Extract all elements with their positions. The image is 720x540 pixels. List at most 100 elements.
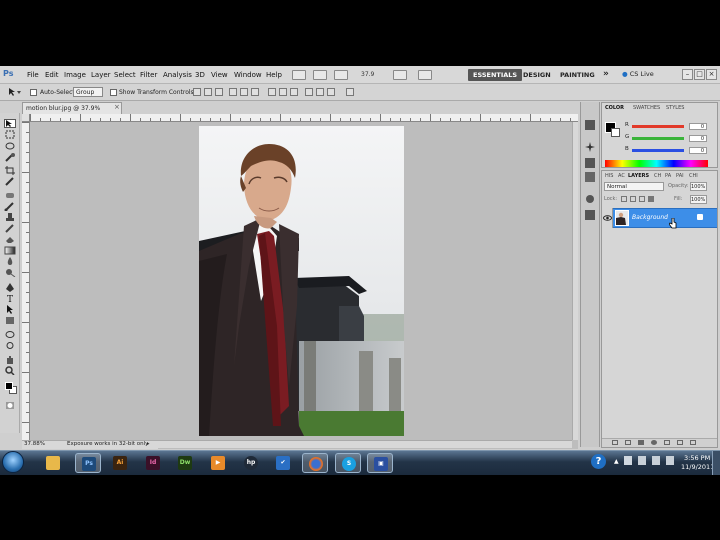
maximize-button[interactable]: □ xyxy=(694,69,705,80)
ruler-origin[interactable] xyxy=(22,114,30,122)
marquee-tool-icon[interactable] xyxy=(4,130,16,139)
taskbar-task-app[interactable]: ✔ xyxy=(270,453,296,473)
tab-swatches[interactable]: SWATCHES xyxy=(631,104,662,112)
view-extras-icon[interactable] xyxy=(334,70,348,80)
tab-paint[interactable]: PAI xyxy=(674,172,686,180)
tray-network-icon[interactable] xyxy=(638,456,646,465)
history-brush-tool-icon[interactable] xyxy=(4,224,16,233)
menu-help[interactable]: Help xyxy=(266,71,282,79)
horizontal-ruler[interactable] xyxy=(30,114,578,122)
eraser-tool-icon[interactable] xyxy=(4,235,16,244)
red-slider[interactable] xyxy=(632,125,684,128)
cs-live-button[interactable]: ● CS Live xyxy=(622,70,654,78)
blend-mode-dropdown[interactable]: Normal xyxy=(604,182,664,191)
document-tab[interactable]: motion blur.jpg @ 37.9% (RGB/8) xyxy=(22,102,122,123)
tab-color[interactable]: COLOR xyxy=(603,104,627,112)
taskbar-dreamweaver[interactable]: Dw xyxy=(172,453,198,473)
start-button[interactable] xyxy=(2,451,24,473)
workspace-essentials-button[interactable]: ESSENTIALS xyxy=(468,69,523,81)
menu-filter[interactable]: Filter xyxy=(140,71,157,79)
blue-slider[interactable] xyxy=(632,149,684,152)
align-right-icon[interactable] xyxy=(251,88,259,96)
spot-healing-tool-icon[interactable] xyxy=(4,191,16,200)
distribute-right-icon[interactable] xyxy=(327,88,335,96)
menu-file[interactable]: File xyxy=(27,71,39,79)
menu-layer[interactable]: Layer xyxy=(91,71,111,79)
vertical-scrollbar[interactable] xyxy=(572,122,578,440)
clock-date[interactable]: 11/9/2011 xyxy=(681,463,714,471)
horizontal-scrollbar[interactable] xyxy=(158,440,572,448)
bridge-icon[interactable] xyxy=(292,70,306,80)
menu-image[interactable]: Image xyxy=(64,71,86,79)
auto-select-dropdown[interactable]: Group xyxy=(73,87,103,97)
align-vcenter-icon[interactable] xyxy=(204,88,212,96)
auto-select-checkbox[interactable] xyxy=(30,89,37,96)
visibility-toggle[interactable] xyxy=(602,208,613,228)
workspace-design-button[interactable]: DESIGN xyxy=(518,69,556,81)
align-hcenter-icon[interactable] xyxy=(240,88,248,96)
tray-flag-icon[interactable] xyxy=(624,456,632,465)
menu-select[interactable]: Select xyxy=(114,71,136,79)
green-slider[interactable] xyxy=(632,137,684,140)
clock-time[interactable]: 3:56 PM xyxy=(684,454,710,462)
tab-paths[interactable]: PA xyxy=(663,172,673,180)
tool-presets-panel-icon[interactable] xyxy=(585,194,595,204)
minibridge-icon[interactable] xyxy=(313,70,327,80)
opacity-field[interactable]: 100% xyxy=(690,182,707,191)
align-left-icon[interactable] xyxy=(229,88,237,96)
quick-mask-icon[interactable] xyxy=(4,401,16,410)
layer-style-icon[interactable] xyxy=(625,440,631,445)
tray-battery-icon[interactable] xyxy=(652,456,660,465)
green-value-field[interactable]: 0 xyxy=(689,135,707,142)
eyedropper-tool-icon[interactable] xyxy=(4,177,16,186)
lock-transparency-icon[interactable] xyxy=(621,196,627,202)
arrange-documents-icon[interactable] xyxy=(393,70,407,80)
document-image[interactable] xyxy=(199,126,404,436)
brush-tool-icon[interactable] xyxy=(4,202,16,212)
tab-styles[interactable]: STYLES xyxy=(664,104,686,112)
menu-analysis[interactable]: Analysis xyxy=(163,71,192,79)
clone-source-panel-icon[interactable] xyxy=(585,210,595,220)
crop-tool-icon[interactable] xyxy=(4,166,16,175)
foreground-color-swatch[interactable] xyxy=(5,382,13,390)
layer-mask-icon[interactable] xyxy=(638,440,644,445)
taskbar-skype[interactable]: S xyxy=(335,453,361,473)
lock-pixels-icon[interactable] xyxy=(630,196,636,202)
taskbar-photoshop[interactable]: Ps xyxy=(75,453,101,473)
minimize-button[interactable]: – xyxy=(682,69,693,80)
vertical-ruler[interactable] xyxy=(22,122,30,448)
move-tool-icon[interactable] xyxy=(4,119,16,128)
tray-volume-icon[interactable] xyxy=(666,456,674,465)
color-spectrum-ramp[interactable] xyxy=(605,160,708,167)
blue-value-field[interactable]: 0 xyxy=(689,147,707,154)
taskbar-firefox[interactable] xyxy=(302,453,328,473)
distribute-left-icon[interactable] xyxy=(305,88,313,96)
taskbar-indesign[interactable]: Id xyxy=(140,453,166,473)
pen-tool-icon[interactable] xyxy=(4,283,16,292)
lasso-tool-icon[interactable] xyxy=(4,142,16,151)
menu-window[interactable]: Window xyxy=(234,71,262,79)
more-workspaces-button[interactable]: » xyxy=(598,68,614,80)
character-panel-icon[interactable] xyxy=(585,172,595,182)
fill-field[interactable]: 100% xyxy=(690,195,707,204)
tab-history[interactable]: HIS xyxy=(603,172,615,180)
path-selection-tool-icon[interactable] xyxy=(4,305,16,314)
tab-layers[interactable]: LAYERS xyxy=(626,172,652,180)
color-panel-background-swatch[interactable] xyxy=(611,128,620,137)
zoom-tool-icon[interactable] xyxy=(4,366,16,376)
clone-stamp-tool-icon[interactable] xyxy=(4,213,16,222)
distribute-bottom-icon[interactable] xyxy=(290,88,298,96)
taskbar-explorer[interactable] xyxy=(40,453,66,473)
taskbar-media-player[interactable]: ▶ xyxy=(205,453,231,473)
screen-mode-icon[interactable] xyxy=(418,70,432,80)
help-icon[interactable]: ? xyxy=(591,454,606,469)
blur-tool-icon[interactable] xyxy=(4,257,16,266)
move-tool-preset-icon[interactable] xyxy=(8,88,22,96)
show-transform-checkbox[interactable] xyxy=(110,89,117,96)
menu-edit[interactable]: Edit xyxy=(45,71,59,79)
workspace-painting-button[interactable]: PAINTING xyxy=(555,69,600,81)
show-desktop-button[interactable] xyxy=(712,451,720,475)
align-bottom-icon[interactable] xyxy=(215,88,223,96)
distribute-vcenter-icon[interactable] xyxy=(279,88,287,96)
distribute-top-icon[interactable] xyxy=(268,88,276,96)
